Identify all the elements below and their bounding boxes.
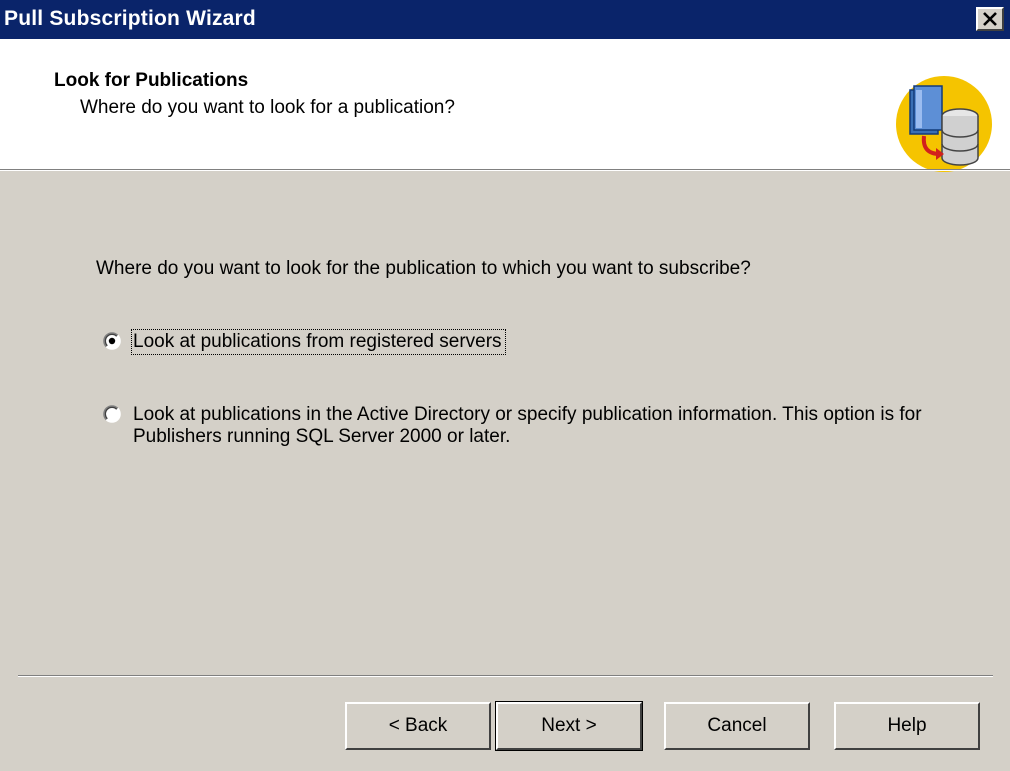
- help-button[interactable]: Help: [834, 702, 980, 750]
- page-subtitle: Where do you want to look for a publicat…: [80, 97, 455, 118]
- footer-divider-highlight: [18, 676, 993, 677]
- close-icon: [983, 12, 997, 26]
- page-title: Look for Publications: [54, 70, 249, 91]
- header-divider-highlight: [0, 170, 1010, 171]
- next-button[interactable]: Next >: [495, 701, 643, 751]
- question-text: Where do you want to look for the public…: [96, 258, 751, 279]
- wizard-header: Look for Publications Where do you want …: [0, 39, 1010, 172]
- option-registered-servers-label[interactable]: Look at publications from registered ser…: [131, 329, 506, 355]
- title-bar: Pull Subscription Wizard: [0, 0, 1010, 39]
- close-button[interactable]: [976, 7, 1004, 31]
- window-title: Pull Subscription Wizard: [4, 7, 256, 30]
- cancel-button[interactable]: Cancel: [664, 702, 810, 750]
- wizard-window: Pull Subscription Wizard Look for Public…: [0, 0, 1010, 771]
- back-button[interactable]: < Back: [345, 702, 491, 750]
- radio-selected-icon[interactable]: [103, 332, 121, 350]
- option-active-directory-label[interactable]: Look at publications in the Active Direc…: [133, 404, 953, 448]
- database-publication-icon: [896, 76, 992, 172]
- radio-unselected-icon[interactable]: [103, 405, 121, 423]
